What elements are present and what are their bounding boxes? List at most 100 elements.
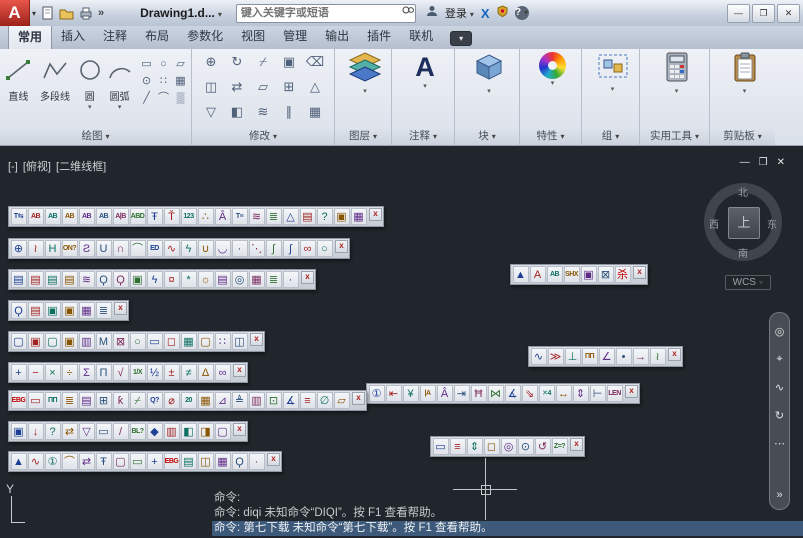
- tool-icon[interactable]: ◡: [214, 240, 231, 257]
- tool-icon[interactable]: ▥: [78, 333, 95, 350]
- tool-icon[interactable]: ▤: [44, 271, 61, 288]
- tool-icon[interactable]: ↺: [534, 438, 551, 455]
- utilities-panel-label[interactable]: 实用工具: [640, 129, 709, 145]
- tool-icon[interactable]: ▦: [248, 271, 265, 288]
- tool-icon[interactable]: ≋: [248, 208, 265, 225]
- tool-icon[interactable]: ①: [44, 453, 61, 470]
- application-menu-button[interactable]: A: [0, 0, 30, 26]
- tool-icon[interactable]: AB: [78, 208, 95, 225]
- tool-icon[interactable]: Π: [95, 364, 112, 381]
- tool-icon[interactable]: ▢: [10, 333, 27, 350]
- tool-icon[interactable]: AB: [95, 208, 112, 225]
- tool-icon[interactable]: ▽: [78, 423, 95, 440]
- pan-icon[interactable]: ⌖: [776, 353, 782, 366]
- tool-icon[interactable]: ≀: [649, 348, 666, 365]
- tool-icon[interactable]: ▤: [214, 271, 231, 288]
- tool-icon[interactable]: |A: [419, 385, 436, 402]
- annotation-tools[interactable]: A ▾: [392, 49, 458, 129]
- line-tool[interactable]: 直线: [2, 52, 35, 103]
- tool-icon[interactable]: ▒: [172, 90, 189, 107]
- command-line[interactable]: 命令: 第七下载 未知命令“第七下载”。按 F1 查看帮助。: [212, 521, 803, 536]
- tool-icon[interactable]: ▭: [432, 438, 449, 455]
- tool-icon[interactable]: BL?: [129, 423, 146, 440]
- groups-tools[interactable]: ▾: [582, 49, 643, 129]
- tool-icon[interactable]: ΠΠ: [581, 348, 598, 365]
- tool-icon[interactable]: ○: [129, 333, 146, 350]
- tool-icon[interactable]: +: [146, 453, 163, 470]
- tool-icon[interactable]: ¤: [163, 271, 180, 288]
- tool-icon[interactable]: ▣: [333, 208, 350, 225]
- tool-icon[interactable]: ▦: [350, 208, 367, 225]
- tool-icon[interactable]: ⊡: [265, 392, 282, 409]
- visual-style-control[interactable]: [二维线框]: [56, 161, 106, 173]
- properties-dropdown-icon[interactable]: ▾: [551, 79, 555, 87]
- toolbar-close-button[interactable]: x: [335, 240, 348, 253]
- tool-icon[interactable]: −: [27, 364, 44, 381]
- tool-icon[interactable]: *: [180, 271, 197, 288]
- tool-icon[interactable]: ∷: [155, 73, 172, 90]
- compass-west-label[interactable]: 西: [707, 216, 721, 231]
- tool-icon[interactable]: ⊕: [10, 240, 27, 257]
- clipboard-panel-label[interactable]: 剪贴板: [710, 129, 775, 145]
- plot-icon[interactable]: [79, 7, 93, 20]
- tool-icon[interactable]: ≠: [180, 364, 197, 381]
- tool-icon[interactable]: ↻: [224, 54, 250, 79]
- tool-icon[interactable]: ≡: [299, 392, 316, 409]
- tool-icon[interactable]: ∪: [197, 240, 214, 257]
- tool-icon[interactable]: Ť: [163, 208, 180, 225]
- utilities-dropdown-icon[interactable]: ▾: [675, 87, 679, 95]
- tool-icon[interactable]: ▣: [44, 302, 61, 319]
- tool-icon[interactable]: Â: [214, 208, 231, 225]
- tool-icon[interactable]: ▱: [333, 392, 350, 409]
- toolbar-close-button[interactable]: x: [301, 271, 314, 284]
- tool-icon[interactable]: ϟ: [146, 271, 163, 288]
- tool-icon[interactable]: ∩: [112, 240, 129, 257]
- open-file-icon[interactable]: [59, 7, 74, 20]
- tool-icon[interactable]: ▢: [197, 333, 214, 350]
- toolbar-close-button[interactable]: x: [625, 385, 638, 398]
- tool-icon[interactable]: ·: [248, 453, 265, 470]
- modify-panel-label[interactable]: 修改: [192, 129, 334, 145]
- tool-icon[interactable]: ▭: [146, 333, 163, 350]
- tab-输出[interactable]: 输出: [316, 24, 358, 49]
- tool-icon[interactable]: Q?: [146, 392, 163, 409]
- tool-icon[interactable]: ▦: [78, 302, 95, 319]
- view-cube[interactable]: 北 南 西 东 上: [704, 183, 782, 261]
- tool-icon[interactable]: ⊠: [597, 266, 614, 283]
- tool-icon[interactable]: ①: [368, 385, 385, 402]
- tool-icon[interactable]: Ƨ: [78, 240, 95, 257]
- tool-icon[interactable]: ≜: [231, 392, 248, 409]
- tool-icon[interactable]: Ϙ: [10, 302, 27, 319]
- tool-icon[interactable]: ʃ: [282, 240, 299, 257]
- toolbar-close-button[interactable]: x: [352, 392, 365, 405]
- tool-icon[interactable]: LEN: [606, 385, 623, 402]
- orbit-icon[interactable]: ↻: [775, 409, 784, 422]
- tool-icon[interactable]: ▢: [214, 423, 231, 440]
- tool-icon[interactable]: M: [95, 333, 112, 350]
- tool-icon[interactable]: A: [529, 266, 546, 283]
- tool-icon[interactable]: ⋱: [248, 240, 265, 257]
- tool-icon[interactable]: ◆: [146, 423, 163, 440]
- draw-panel-label[interactable]: 绘图: [0, 129, 191, 145]
- sign-in-label[interactable]: 登录: [445, 5, 474, 21]
- minimize-button[interactable]: —: [727, 3, 750, 23]
- tool-icon[interactable]: AB: [44, 208, 61, 225]
- tool-icon[interactable]: ≣: [265, 271, 282, 288]
- tool-icon[interactable]: ▲: [10, 453, 27, 470]
- application-menu-arrow-icon[interactable]: ▾: [32, 9, 36, 18]
- tool-icon[interactable]: ▭: [138, 56, 155, 73]
- search-icon[interactable]: [398, 4, 417, 22]
- tool-icon[interactable]: ▢: [112, 453, 129, 470]
- new-file-icon[interactable]: [41, 6, 54, 20]
- tool-icon[interactable]: ▱: [250, 79, 276, 104]
- tool-icon[interactable]: ⌫: [302, 54, 328, 79]
- tool-icon[interactable]: •: [615, 348, 632, 365]
- tool-icon[interactable]: ▢: [44, 333, 61, 350]
- doc-restore-button[interactable]: ❐: [759, 157, 768, 168]
- tool-icon[interactable]: ⊿: [214, 392, 231, 409]
- tool-icon[interactable]: ≣: [61, 392, 78, 409]
- tab-管理[interactable]: 管理: [274, 24, 316, 49]
- tool-icon[interactable]: ∞: [214, 364, 231, 381]
- arc-dropdown-icon[interactable]: ▾: [118, 103, 122, 111]
- tool-icon[interactable]: Ϙ: [95, 271, 112, 288]
